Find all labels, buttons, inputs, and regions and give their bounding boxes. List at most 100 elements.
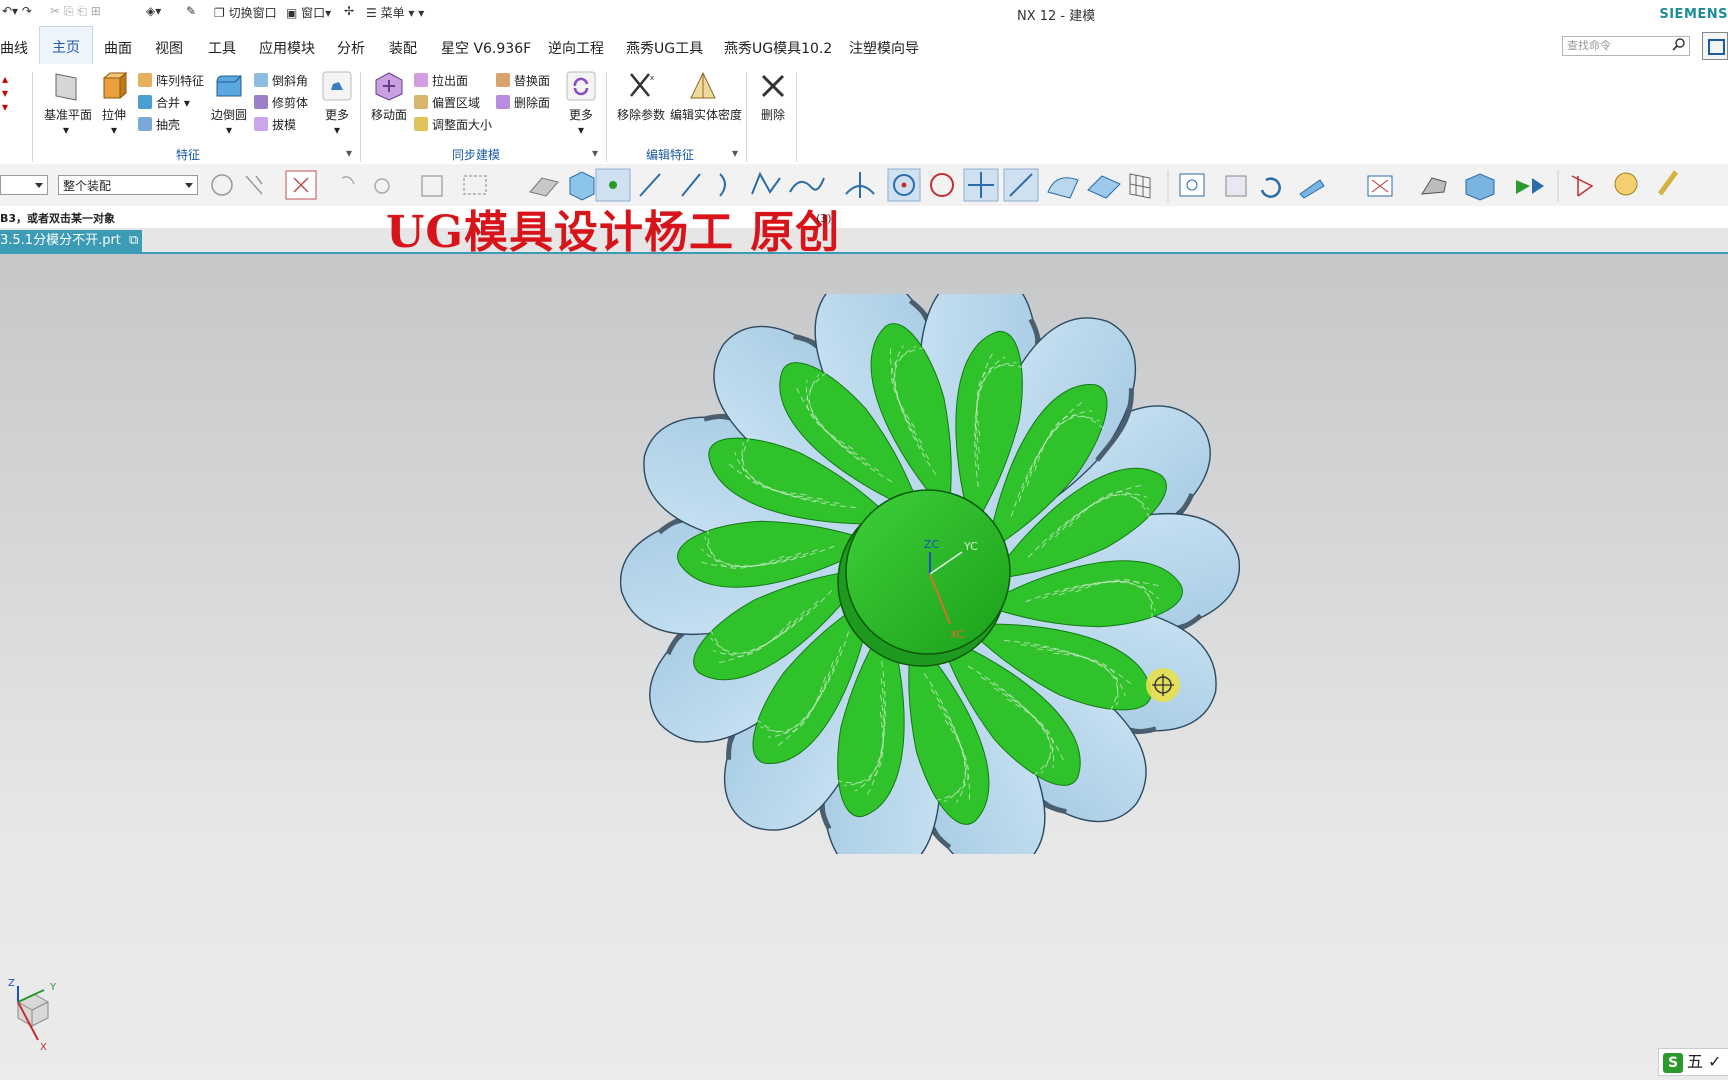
ime-logo-icon: S <box>1663 1053 1683 1073</box>
resize-face-label: 调整面大小 <box>432 118 493 132</box>
rotate-cursor-icon <box>1146 668 1180 702</box>
move-face-icon <box>375 72 403 101</box>
svg-text:x: x <box>650 74 654 82</box>
csys-xc-label: XC <box>950 628 965 641</box>
tab-assembly[interactable]: 装配 <box>389 38 417 58</box>
trim-body-label: 修剪体 <box>272 96 309 110</box>
csys-zc-label: ZC <box>924 538 940 551</box>
graphics-viewport[interactable]: ZC YC XC Z Y X S五 ✓ <box>0 254 1728 1080</box>
trim-body-button[interactable]: 修剪体 <box>254 94 308 111</box>
document-tab[interactable]: 3.5.1分模分不开.prt ⧉ ✕ <box>0 230 142 270</box>
window-menu-label: 窗口 <box>301 6 326 20</box>
extrude-label: 拉伸 <box>101 108 126 122</box>
edge-blend-label: 边倒圆 <box>210 108 247 122</box>
restore-window-button[interactable] <box>1702 32 1728 60</box>
delete-face-button[interactable]: 删除面 <box>496 94 550 111</box>
delete-icon <box>761 74 785 98</box>
popout-icon[interactable]: ⧉ <box>129 233 138 248</box>
gallery-arrows[interactable]: ▴ ▾ ▾ <box>2 72 8 114</box>
document-tab-name: 3.5.1分模分不开.prt <box>0 233 121 248</box>
resize-face-button[interactable]: 调整面大小 <box>414 116 492 133</box>
edit-feature-group-label: 编辑特征 <box>646 148 695 162</box>
sync-group-label: 同步建模 <box>452 148 501 162</box>
pattern-feature-label: 阵列特征 <box>156 74 205 88</box>
edit-density-button[interactable]: 编辑实体密度 <box>670 70 742 123</box>
menu-button[interactable]: ☰ 菜单 ▾ ▾ <box>366 4 424 21</box>
edge-blend-button[interactable]: 边倒圆 ▾ <box>210 70 248 137</box>
status-bar: B3，或者双击某一对象 <box>0 206 1728 228</box>
triad-y-label: Y <box>49 982 57 993</box>
undo-icon[interactable]: ↶▾ ↷ <box>2 4 32 18</box>
triad-x-label: X <box>40 1042 47 1053</box>
remove-params-label: 移除参数 <box>616 108 665 122</box>
shell-button[interactable]: 抽壳 <box>138 116 180 133</box>
sync-more-label: 更多 <box>568 108 593 122</box>
datum-plane-icon <box>55 73 77 101</box>
pattern-feature-button[interactable]: 阵列特征 <box>138 72 204 89</box>
unite-button[interactable]: 合并 ▾ <box>138 94 190 111</box>
unite-icon <box>138 95 152 109</box>
datum-plane-button[interactable]: 基准平面 ▾ <box>44 70 92 137</box>
ime-label: 五 <box>1687 1052 1704 1071</box>
window-menu-button[interactable]: ▣ 窗口▾ <box>286 4 331 21</box>
tab-xingkong[interactable]: 星空 V6.936F <box>441 38 531 58</box>
type-filter-dropdown[interactable] <box>0 175 48 195</box>
cut-icon[interactable]: ✂ ⎘ ⎗ ⊞ <box>50 4 101 19</box>
sync-more-button[interactable]: 更多 ▾ <box>562 70 600 137</box>
paint-icon[interactable]: ✎ <box>186 4 196 18</box>
tab-mold-wizard[interactable]: 注塑模向导 <box>849 38 919 58</box>
switch-window-button[interactable]: ❐ 切换窗口 <box>214 4 277 21</box>
tab-curve[interactable]: 曲线 <box>0 38 28 58</box>
edit-feature-group-expander[interactable]: ▾ <box>732 146 738 160</box>
status-prompt: B3，或者双击某一对象 <box>0 212 116 225</box>
selection-scope-value: 整个装配 <box>63 179 112 193</box>
window-title: NX 12 - 建模 <box>1017 9 1096 24</box>
edge-blend-icon <box>216 75 242 97</box>
search-icon[interactable] <box>1672 37 1686 51</box>
chamfer-button[interactable]: 倒斜角 <box>254 72 308 89</box>
ime-indicator[interactable]: S五 ✓ <box>1658 1048 1728 1076</box>
tab-analysis[interactable]: 分析 <box>337 38 365 58</box>
tab-application[interactable]: 应用模块 <box>259 38 315 58</box>
edit-density-label: 编辑实体密度 <box>670 108 743 122</box>
tab-tools[interactable]: 工具 <box>208 38 236 58</box>
impeller-model[interactable]: ZC YC XC <box>620 294 1240 854</box>
trim-body-icon <box>254 95 268 109</box>
draft-icon <box>254 117 268 131</box>
tab-reverse-engineering[interactable]: 逆向工程 <box>548 38 604 58</box>
brand-logo: SIEMENS <box>1659 7 1728 22</box>
csys-yc-label: YC <box>963 540 978 553</box>
delete-face-icon <box>496 95 510 109</box>
remove-params-button[interactable]: x 移除参数 <box>616 70 666 123</box>
chamfer-icon <box>254 73 268 87</box>
feature-group-expander[interactable]: ▾ <box>346 146 352 160</box>
feature-more-label: 更多 <box>324 108 349 122</box>
feature-more-button[interactable]: 更多 ▾ <box>318 70 356 137</box>
extrude-button[interactable]: 拉伸 ▾ <box>96 70 132 137</box>
tab-yanxiu-mold[interactable]: 燕秀UG模具10.2 <box>724 38 832 58</box>
view-triad[interactable]: Z Y X <box>4 974 64 1054</box>
resize-face-icon <box>414 117 428 131</box>
tab-view[interactable]: 视图 <box>155 38 183 58</box>
selection-scope-dropdown[interactable]: 整个装配 <box>58 175 198 195</box>
offset-region-button[interactable]: 偏置区域 <box>414 94 480 111</box>
draft-label: 拔模 <box>272 118 297 132</box>
offset-region-icon <box>414 95 428 109</box>
remove-params-icon: x <box>630 73 654 97</box>
selection-icon[interactable]: ◈▾ <box>146 4 161 18</box>
snap-icon[interactable]: ✢ <box>344 4 354 18</box>
draft-button[interactable]: 拔模 <box>254 116 296 133</box>
tab-yanxiu-tools[interactable]: 燕秀UG工具 <box>626 38 703 58</box>
datum-plane-label: 基准平面 <box>44 108 93 122</box>
delete-button[interactable]: 删除 <box>756 70 790 123</box>
move-face-button[interactable]: 移动面 <box>370 70 408 123</box>
command-search-input[interactable]: 查找命令 <box>1562 36 1690 56</box>
replace-face-button[interactable]: 替换面 <box>496 72 550 89</box>
tab-home[interactable]: 主页 <box>39 26 93 65</box>
sync-group-expander[interactable]: ▾ <box>592 146 598 160</box>
tab-surface[interactable]: 曲面 <box>104 38 132 58</box>
offset-region-label: 偏置区域 <box>432 96 481 110</box>
pull-face-button[interactable]: 拉出面 <box>414 72 468 89</box>
unite-label: 合并 <box>156 96 181 110</box>
replace-face-label: 替换面 <box>514 74 551 88</box>
